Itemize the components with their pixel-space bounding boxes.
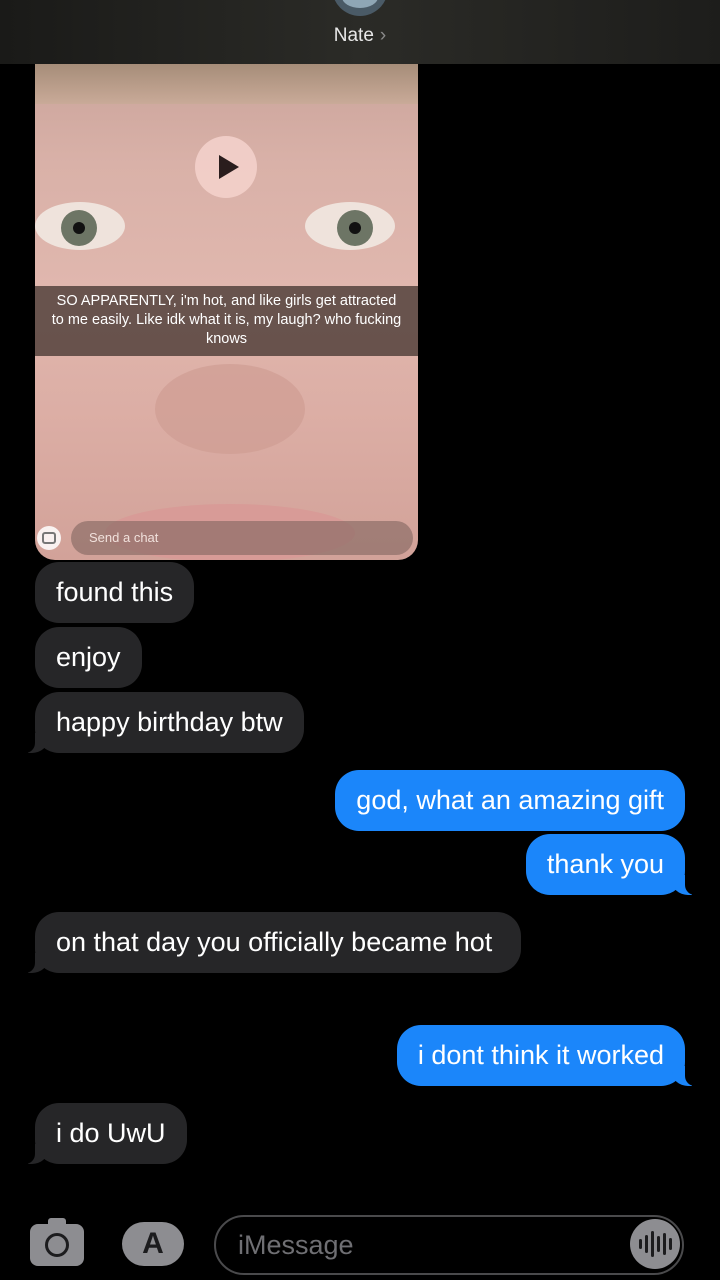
- message-text: thank you: [546, 849, 664, 879]
- message-text: god, what an amazing gift: [356, 785, 664, 815]
- contact-avatar[interactable]: [332, 0, 388, 16]
- conversation-header: Nate ›: [0, 0, 720, 64]
- snap-send-chat-field: Send a chat: [71, 521, 413, 555]
- message-text: found this: [56, 577, 174, 607]
- hair-region: [35, 64, 418, 104]
- message-text: on that day you officially became hot: [56, 927, 493, 957]
- message-bubble-received[interactable]: on that day you officially became hot: [21, 912, 521, 973]
- right-eye: [305, 202, 395, 250]
- imessage-placeholder: iMessage: [238, 1230, 354, 1260]
- snap-caption: SO APPARENTLY, i'm hot, and like girls g…: [35, 286, 418, 356]
- contact-name-button[interactable]: Nate ›: [0, 25, 720, 47]
- camera-icon[interactable]: [30, 1218, 84, 1266]
- message-text: enjoy: [56, 642, 121, 672]
- play-icon[interactable]: [195, 136, 257, 198]
- message-text: i dont think it worked: [417, 1040, 664, 1070]
- message-bubble-received[interactable]: found this: [35, 562, 195, 623]
- message-bubble-received[interactable]: happy birthday btw: [21, 692, 304, 753]
- message-bubble-sent[interactable]: i dont think it worked: [396, 1025, 700, 1086]
- app-store-icon[interactable]: A: [122, 1222, 184, 1266]
- message-bubble-received[interactable]: enjoy: [35, 627, 142, 688]
- snap-camera-icon: [37, 526, 61, 550]
- message-bubble-received[interactable]: i do UwU: [21, 1103, 187, 1164]
- message-text: i do UwU: [56, 1118, 166, 1148]
- left-eye: [35, 202, 125, 250]
- message-text: happy birthday btw: [56, 707, 283, 737]
- chevron-right-icon: ›: [379, 25, 387, 46]
- message-bubble-sent[interactable]: god, what an amazing gift: [335, 770, 685, 831]
- contact-name: Nate: [333, 25, 374, 46]
- nose-region: [155, 364, 305, 454]
- message-bubble-sent[interactable]: thank you: [525, 834, 700, 895]
- imessage-input[interactable]: iMessage: [214, 1215, 684, 1275]
- snap-screenshot-image[interactable]: SO APPARENTLY, i'm hot, and like girls g…: [35, 64, 418, 560]
- audio-message-icon[interactable]: [630, 1219, 680, 1269]
